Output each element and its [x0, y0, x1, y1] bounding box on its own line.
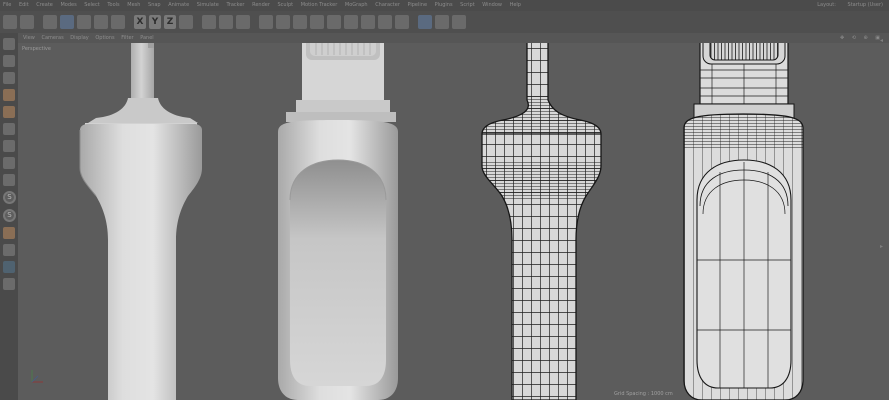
menu-tools[interactable]: Tools [104, 0, 122, 11]
grid-spacing-readout: Grid Spacing : 1000 cm [614, 391, 673, 397]
menu-bar: File Edit Create Modes Select Tools Mesh… [0, 0, 889, 11]
viewport-menu-view[interactable]: View [23, 35, 35, 41]
cube-primitive-icon[interactable] [259, 15, 273, 29]
layout-label: Layout: [817, 2, 836, 8]
menu-edit[interactable]: Edit [16, 0, 32, 11]
menu-create[interactable]: Create [33, 0, 56, 11]
snap-settings-icon[interactable]: S [3, 191, 16, 204]
move-tool-icon[interactable] [60, 15, 74, 29]
workplane-icon[interactable] [435, 15, 449, 29]
array-generator-icon[interactable] [310, 15, 324, 29]
light-bulb-icon[interactable] [452, 15, 466, 29]
edges-mode-icon[interactable] [3, 106, 15, 118]
mograph-cloner-icon[interactable] [327, 15, 341, 29]
right-panel-edge: ◂ ▸ [852, 33, 889, 400]
menu-character[interactable]: Character [372, 0, 403, 11]
y-axis-lock-button[interactable]: Y [149, 15, 161, 29]
undo-icon[interactable] [3, 15, 17, 29]
menu-tracker[interactable]: Tracker [223, 0, 247, 11]
planar-workplane-icon[interactable] [3, 261, 15, 273]
points-mode-icon[interactable] [3, 89, 15, 101]
make-editable-icon[interactable] [3, 38, 15, 50]
viewport-solo-icon[interactable] [3, 174, 15, 186]
wireframe-lightning-connector[interactable] [680, 43, 810, 400]
menu-animate[interactable]: Animate [165, 0, 192, 11]
coordinate-system-icon[interactable] [179, 15, 193, 29]
locked-workplane-icon[interactable] [3, 244, 15, 256]
model-mode-icon[interactable] [3, 55, 15, 67]
x-axis-lock-button[interactable]: X [134, 15, 146, 29]
shaded-usb-connector[interactable] [79, 43, 202, 400]
viewport-menu-display[interactable]: Display [70, 35, 88, 41]
menu-mograph[interactable]: MoGraph [342, 0, 371, 11]
enable-snap-icon[interactable]: S [3, 209, 16, 222]
render-settings-icon[interactable] [236, 15, 250, 29]
viewport-menu-cameras[interactable]: Cameras [41, 35, 63, 41]
redo-icon[interactable] [20, 15, 34, 29]
light-icon[interactable] [395, 15, 409, 29]
world-axis-gizmo-icon [31, 370, 43, 383]
menu-modes[interactable]: Modes [57, 0, 79, 11]
menu-window[interactable]: Window [479, 0, 505, 11]
polygons-mode-icon[interactable] [3, 123, 15, 135]
panel-toggle-icon[interactable]: ▸ [880, 243, 883, 250]
menu-render[interactable]: Render [249, 0, 273, 11]
scale-tool-icon[interactable] [77, 15, 91, 29]
snap-icon[interactable] [418, 15, 432, 29]
menu-sculpt[interactable]: Sculpt [274, 0, 296, 11]
recent-tools-icon[interactable] [111, 15, 125, 29]
workplane-mode-icon[interactable] [3, 227, 15, 239]
subdivision-surface-icon[interactable] [293, 15, 307, 29]
rotate-tool-icon[interactable] [94, 15, 108, 29]
menu-simulate[interactable]: Simulate [194, 0, 222, 11]
mode-palette: S S [0, 33, 18, 400]
wireframe-usb-connector[interactable] [470, 43, 610, 400]
render-view-icon[interactable] [202, 15, 216, 29]
axis-mode-icon[interactable] [3, 140, 15, 152]
viewport-scene [79, 43, 810, 400]
menu-help[interactable]: Help [507, 0, 524, 11]
menu-motion-tracker[interactable]: Motion Tracker [298, 0, 341, 11]
camera-icon[interactable] [378, 15, 392, 29]
environment-icon[interactable] [361, 15, 375, 29]
viewport-menu-panel[interactable]: Panel [140, 35, 154, 41]
menu-script[interactable]: Script [457, 0, 478, 11]
render-to-picture-viewer-icon[interactable] [219, 15, 233, 29]
deformer-icon[interactable] [344, 15, 358, 29]
cinema4d-window: File Edit Create Modes Select Tools Mesh… [0, 0, 889, 400]
z-axis-lock-button[interactable]: Z [164, 15, 176, 29]
menu-mesh[interactable]: Mesh [124, 0, 143, 11]
shaded-lightning-connector[interactable] [278, 43, 398, 400]
tweak-mode-icon[interactable] [3, 157, 15, 169]
panel-collapse-icon[interactable]: ◂ [880, 37, 883, 44]
menu-pipeline[interactable]: Pipeline [404, 0, 430, 11]
viewport-menu-bar: View Cameras Display Options Filter Pane… [18, 33, 889, 43]
perspective-viewport[interactable]: Perspective Grid Spacing: 1000 cm [18, 43, 889, 400]
texture-mode-icon[interactable] [3, 72, 15, 84]
menu-file[interactable]: File [0, 0, 14, 11]
menu-plugins[interactable]: Plugins [432, 0, 456, 11]
menu-select[interactable]: Select [81, 0, 102, 11]
menu-snap[interactable]: Snap [145, 0, 164, 11]
viewport-menu-filter[interactable]: Filter [121, 35, 133, 41]
live-selection-icon[interactable] [43, 15, 57, 29]
viewport-menu-options[interactable]: Options [95, 35, 114, 41]
pen-spline-icon[interactable] [276, 15, 290, 29]
layout-select[interactable]: Startup (User) [848, 2, 883, 8]
quantize-icon[interactable] [3, 278, 15, 290]
main-toolbar: X Y Z [0, 11, 889, 33]
